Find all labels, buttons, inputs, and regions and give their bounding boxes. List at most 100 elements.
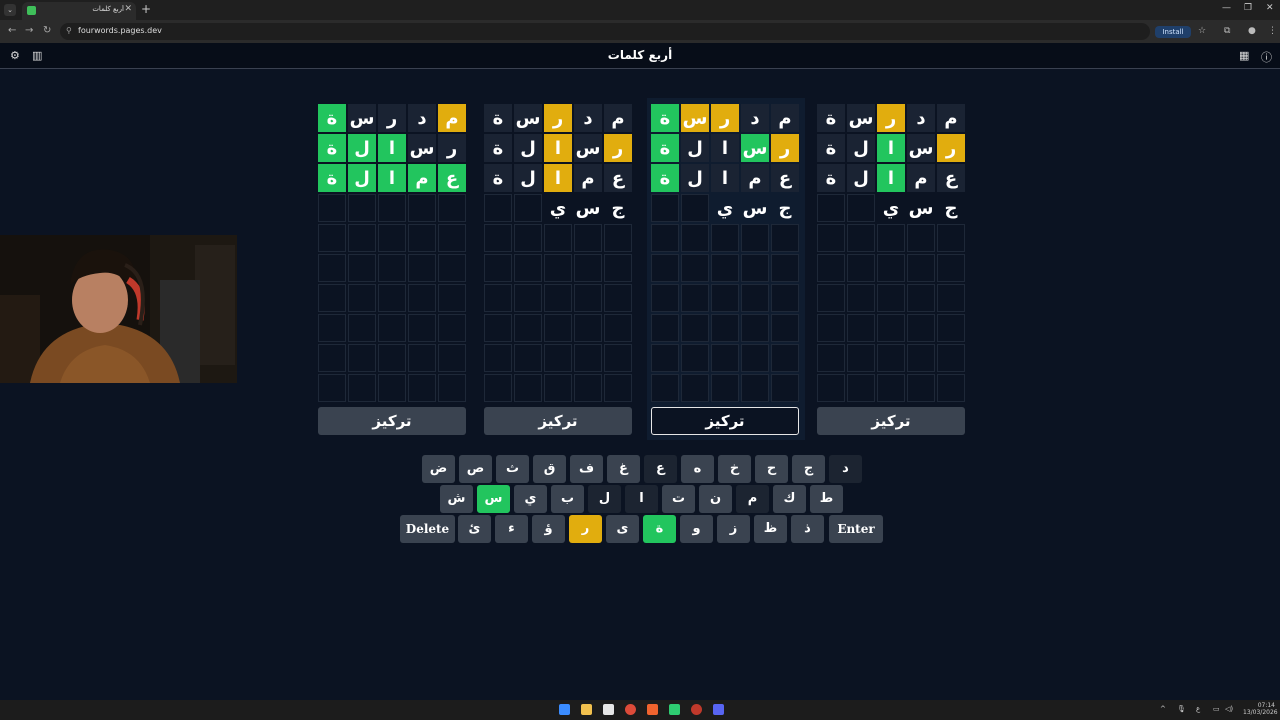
profile-avatar-icon[interactable]: ●: [1248, 26, 1256, 36]
key-10-row3[interactable]: ئ: [458, 515, 491, 543]
key-9-row2[interactable]: ي: [514, 485, 547, 513]
key-11-row1[interactable]: ص: [459, 455, 492, 483]
key-6-row1[interactable]: ع: [644, 455, 677, 483]
new-tab-button[interactable]: +: [141, 2, 151, 16]
tile-guess-3-4: ل: [348, 164, 376, 192]
calendar-icon[interactable]: ▦: [1239, 49, 1249, 62]
tile-empty: [907, 344, 935, 372]
tile-empty: [711, 224, 739, 252]
browser-menu-icon[interactable]: ⋮: [1268, 26, 1277, 36]
tile-guess-1-4: س: [681, 104, 709, 132]
tile-guess-2-5: ة: [651, 134, 679, 162]
tile-empty: [408, 344, 436, 372]
tray-chevron-icon[interactable]: ^: [1160, 705, 1166, 713]
focus-button-board-2[interactable]: تركيز: [484, 407, 632, 435]
key-7-row2[interactable]: ل: [588, 485, 621, 513]
tile-guess-3-5: ة: [651, 164, 679, 192]
windows-start-icon[interactable]: [559, 704, 570, 715]
tile-guess-1-2: د: [574, 104, 602, 132]
key-11-row2[interactable]: ش: [440, 485, 473, 513]
bookmark-star-icon[interactable]: ☆: [1198, 26, 1206, 36]
key-8-row2[interactable]: ب: [551, 485, 584, 513]
key-2-row3[interactable]: ظ: [754, 515, 787, 543]
tile-empty: [711, 374, 739, 402]
tab-close-icon[interactable]: ✕: [124, 4, 132, 14]
app-icon[interactable]: [669, 704, 680, 715]
key-10-row1[interactable]: ث: [496, 455, 529, 483]
tile-empty: [847, 284, 875, 312]
key-2-row1[interactable]: ج: [792, 455, 825, 483]
tile-empty: [771, 224, 799, 252]
close-window-button[interactable]: ✕: [1266, 3, 1274, 13]
key-4-row3[interactable]: و: [680, 515, 713, 543]
tile-empty: [817, 314, 845, 342]
tile-empty: [771, 314, 799, 342]
key-8-row3[interactable]: ؤ: [532, 515, 565, 543]
key-1-row2[interactable]: ط: [810, 485, 843, 513]
key-8-row1[interactable]: ف: [570, 455, 603, 483]
store-icon[interactable]: [603, 704, 614, 715]
tile-current-1: ج: [944, 198, 958, 219]
tile-current-4: [847, 194, 875, 222]
key-6-row3[interactable]: ى: [606, 515, 639, 543]
tile-guess-2-2: س: [408, 134, 436, 162]
settings-app-icon[interactable]: [691, 704, 702, 715]
key-9-row1[interactable]: ق: [533, 455, 566, 483]
key-1-row3[interactable]: ذ: [791, 515, 824, 543]
tile-empty: [514, 314, 542, 342]
tile-guess-3-1: ع: [438, 164, 466, 192]
tab-search-button[interactable]: ⌄: [4, 4, 16, 16]
install-app-button[interactable]: Install: [1155, 26, 1191, 38]
key-7-row3[interactable]: ر: [569, 515, 602, 543]
minimize-button[interactable]: —: [1222, 3, 1231, 13]
key-4-row2[interactable]: ن: [699, 485, 732, 513]
tile-empty: [348, 314, 376, 342]
key-10-row2[interactable]: س: [477, 485, 510, 513]
key-2-row2[interactable]: ك: [773, 485, 806, 513]
key-3-row2[interactable]: م: [736, 485, 769, 513]
site-info-icon[interactable]: ⚲: [66, 26, 72, 35]
file-explorer-icon[interactable]: [581, 704, 592, 715]
key-5-row1[interactable]: ه: [681, 455, 714, 483]
focus-button-board-4[interactable]: تركيز: [817, 407, 965, 435]
brave-icon[interactable]: [647, 704, 658, 715]
forward-icon[interactable]: →: [25, 25, 33, 36]
clock[interactable]: 07:14 13/03/2026: [1243, 702, 1278, 716]
network-icon[interactable]: ▭: [1213, 705, 1220, 713]
focus-button-board-3[interactable]: تركيز: [651, 407, 799, 435]
focus-button-board-1[interactable]: تركيز: [318, 407, 466, 435]
address-bar[interactable]: ⚲ fourwords.pages.dev: [60, 23, 1150, 40]
key-5-row2[interactable]: ت: [662, 485, 695, 513]
key-3-row1[interactable]: ح: [755, 455, 788, 483]
key-12-row1[interactable]: ض: [422, 455, 455, 483]
reload-icon[interactable]: ↻: [43, 25, 51, 36]
key-3-row3[interactable]: ز: [717, 515, 750, 543]
statistics-chart-icon[interactable]: ▥: [32, 49, 42, 62]
volume-icon[interactable]: ◁): [1225, 705, 1233, 713]
clock-time: 07:14: [1257, 702, 1275, 709]
settings-gear-icon[interactable]: ⚙: [10, 49, 20, 62]
back-icon[interactable]: ←: [8, 25, 16, 36]
extensions-icon[interactable]: ⧉: [1224, 26, 1230, 36]
microphone-icon[interactable]: 🎙: [1177, 705, 1186, 713]
key-6-row2[interactable]: ا: [625, 485, 658, 513]
tile-current-3: ي: [549, 198, 567, 219]
tile-guess-2-3: ا: [877, 134, 905, 162]
tile-current-5: [484, 194, 512, 222]
key-4-row1[interactable]: خ: [718, 455, 751, 483]
key-9-row3[interactable]: ء: [495, 515, 528, 543]
browser-tab[interactable]: أربع كلمات ✕: [22, 2, 136, 20]
delete-key[interactable]: Delete: [400, 515, 455, 543]
restore-button[interactable]: ❐: [1244, 3, 1252, 13]
board-3[interactable]: ةسردمةلاسرةلامعيسج: [647, 98, 805, 440]
discord-icon[interactable]: [713, 704, 724, 715]
key-1-row1[interactable]: د: [829, 455, 862, 483]
webcam-overlay: [0, 235, 237, 383]
key-7-row1[interactable]: غ: [607, 455, 640, 483]
key-5-row3[interactable]: ة: [643, 515, 676, 543]
input-language[interactable]: ع: [1196, 705, 1200, 713]
enter-key[interactable]: Enter: [829, 515, 883, 543]
chrome-icon[interactable]: [625, 704, 636, 715]
tile-guess-1-3: ر: [711, 104, 739, 132]
help-info-icon[interactable]: ⓘ: [1261, 49, 1272, 65]
